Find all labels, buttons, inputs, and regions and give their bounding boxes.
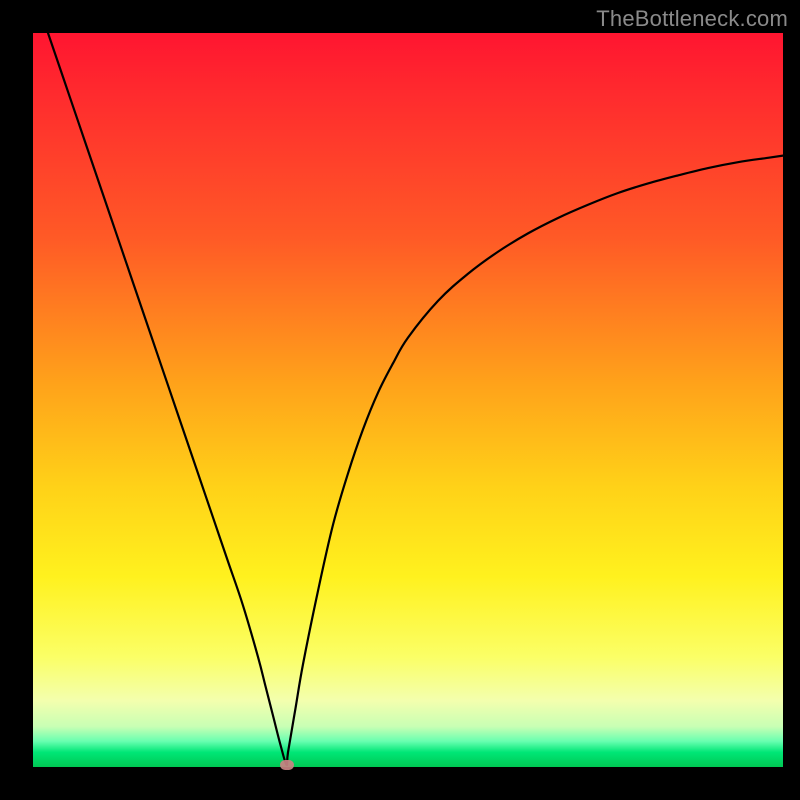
minimum-marker — [280, 760, 294, 770]
watermark-text: TheBottleneck.com — [596, 6, 788, 32]
bottleneck-curve — [33, 33, 783, 767]
chart-stage: TheBottleneck.com — [0, 0, 800, 800]
plot-area — [33, 33, 783, 767]
